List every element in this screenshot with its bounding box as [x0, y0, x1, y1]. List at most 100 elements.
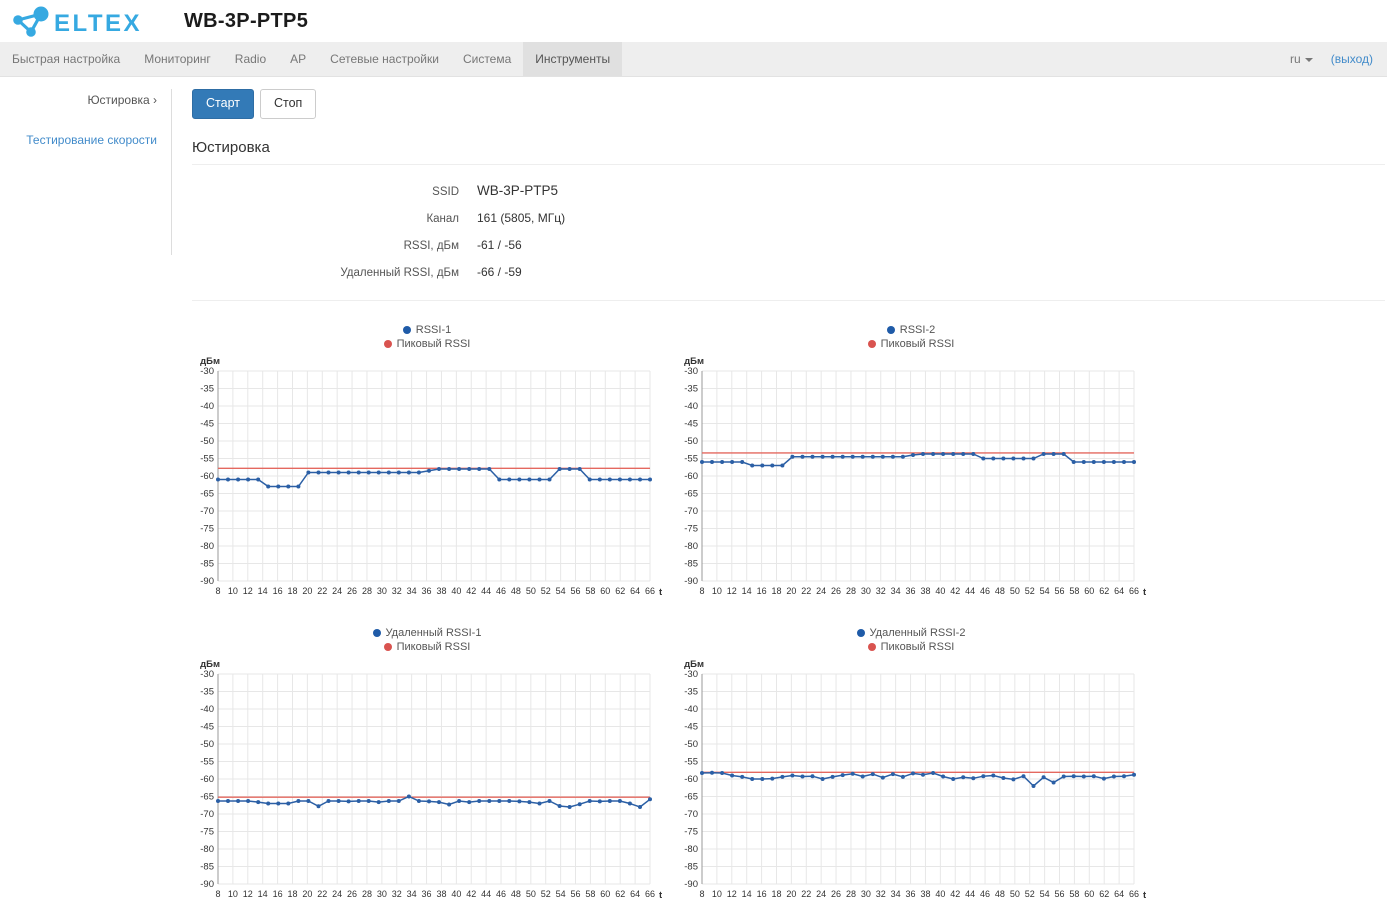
toolbar: Старт Стоп: [192, 89, 1385, 119]
remote-rssi-2-plot: 8 10 12 14 16 18 20 22 24 26 28 30 32 34 36 38 40 42 44 46 4…: [684, 659, 1157, 901]
tab-tools[interactable]: Инструменты: [523, 42, 623, 76]
nav-tabs: Быстрая настройка Мониторинг Radio AP Се…: [0, 42, 623, 76]
tab-quick-setup[interactable]: Быстрая настройка: [0, 42, 132, 76]
svg-text:24: 24: [332, 889, 342, 899]
svg-text:54: 54: [556, 586, 566, 596]
svg-text:8: 8: [699, 889, 704, 899]
svg-text:-65: -65: [200, 791, 214, 802]
svg-text:-80: -80: [684, 541, 698, 552]
svg-text:24: 24: [332, 586, 342, 596]
rssi-1-plot: 8 10 12 14 16 18 20 22 24 26 28 30 32 34 36 38 40 42 44 46 4…: [200, 356, 673, 598]
svg-text:-40: -40: [684, 704, 698, 715]
legend-label: Пиковый RSSI: [396, 337, 471, 350]
svg-text:-85: -85: [684, 861, 698, 872]
start-button[interactable]: Старт: [192, 89, 254, 119]
svg-text:40: 40: [451, 586, 461, 596]
svg-text:28: 28: [362, 889, 372, 899]
tab-radio[interactable]: Radio: [223, 42, 278, 76]
svg-text:24: 24: [816, 586, 826, 596]
svg-text:-65: -65: [684, 488, 698, 499]
svg-text:-60: -60: [200, 471, 214, 482]
svg-text:-50: -50: [200, 739, 214, 750]
svg-text:-85: -85: [200, 558, 214, 569]
tab-monitoring[interactable]: Мониторинг: [132, 42, 223, 76]
field-remote-rssi: Удаленный RSSI, дБм -66 / -59: [192, 265, 1385, 279]
svg-text:-75: -75: [684, 523, 698, 534]
svg-text:16: 16: [273, 586, 283, 596]
svg-text:22: 22: [801, 889, 811, 899]
logout-link[interactable]: (выход): [1331, 52, 1373, 66]
svg-text:16: 16: [757, 889, 767, 899]
svg-text:-80: -80: [200, 541, 214, 552]
svg-text:10: 10: [228, 586, 238, 596]
svg-text:-50: -50: [684, 436, 698, 447]
tab-system[interactable]: Система: [451, 42, 523, 76]
main-navbar: Быстрая настройка Мониторинг Radio AP Се…: [0, 42, 1387, 77]
svg-text:26: 26: [347, 586, 357, 596]
svg-text:58: 58: [1069, 889, 1079, 899]
svg-text:18: 18: [771, 889, 781, 899]
svg-text:34: 34: [891, 586, 901, 596]
legend-label: Пиковый RSSI: [396, 640, 471, 653]
language-dropdown[interactable]: ru: [1290, 52, 1313, 66]
svg-text:48: 48: [511, 889, 521, 899]
eltex-logo: ELTEX: [13, 6, 140, 37]
svg-text:-55: -55: [684, 756, 698, 767]
svg-text:t, c: t, c: [659, 890, 662, 901]
rssi-2-plot: 8 10 12 14 16 18 20 22 24 26 28 30 32 34 36 38 40 42 44 46 4…: [684, 356, 1157, 598]
svg-text:8: 8: [699, 586, 704, 596]
svg-text:58: 58: [585, 889, 595, 899]
svg-text:34: 34: [407, 889, 417, 899]
svg-text:-30: -30: [200, 366, 214, 377]
svg-text:-80: -80: [200, 844, 214, 855]
svg-text:-85: -85: [200, 861, 214, 872]
sidebar-item-alignment[interactable]: Юстировка ›: [0, 93, 157, 107]
svg-text:42: 42: [950, 586, 960, 596]
svg-text:44: 44: [965, 586, 975, 596]
svg-text:20: 20: [786, 586, 796, 596]
svg-text:50: 50: [526, 889, 536, 899]
chart-legend: RSSI-2 Пиковый RSSI: [676, 323, 1146, 351]
svg-text:8: 8: [215, 889, 220, 899]
svg-text:-30: -30: [684, 366, 698, 377]
field-value: WB-3P-PTP5: [477, 182, 559, 198]
svg-text:t, c: t, c: [1143, 890, 1146, 901]
svg-text:-70: -70: [684, 809, 698, 820]
chart-legend: Удаленный RSSI-1 Пиковый RSSI: [192, 626, 662, 654]
svg-text:56: 56: [1055, 889, 1065, 899]
svg-text:46: 46: [980, 889, 990, 899]
svg-text:28: 28: [846, 889, 856, 899]
tab-network-settings[interactable]: Сетевые настройки: [318, 42, 451, 76]
svg-text:10: 10: [228, 889, 238, 899]
svg-text:66: 66: [1129, 586, 1139, 596]
svg-text:10: 10: [712, 586, 722, 596]
chart-remote-rssi-1: Удаленный RSSI-1 Пиковый RSSI 8 10 12 14 16 1…: [192, 626, 673, 909]
remote-rssi-1-plot: 8 10 12 14 16 18 20 22 24 26 28 30 32 34 36 38 40 42 44 46 4…: [200, 659, 673, 901]
field-label: Удаленный RSSI, дБм: [340, 266, 459, 279]
svg-text:-45: -45: [200, 418, 214, 429]
svg-text:24: 24: [816, 889, 826, 899]
svg-text:60: 60: [1084, 889, 1094, 899]
svg-text:18: 18: [771, 586, 781, 596]
svg-text:26: 26: [831, 586, 841, 596]
sidebar-item-speed-test[interactable]: Тестирование скорости: [0, 133, 157, 147]
svg-text:60: 60: [600, 889, 610, 899]
tab-ap[interactable]: AP: [278, 42, 318, 76]
svg-text:38: 38: [436, 586, 446, 596]
svg-text:t, c: t, c: [1143, 587, 1146, 598]
svg-text:62: 62: [1099, 586, 1109, 596]
svg-text:66: 66: [645, 889, 655, 899]
svg-text:50: 50: [1010, 586, 1020, 596]
language-label: ru: [1290, 52, 1301, 66]
svg-text:40: 40: [935, 586, 945, 596]
svg-text:46: 46: [496, 586, 506, 596]
svg-text:34: 34: [407, 586, 417, 596]
stop-button[interactable]: Стоп: [259, 89, 317, 119]
svg-text:42: 42: [466, 889, 476, 899]
chart-legend: RSSI-1 Пиковый RSSI: [192, 323, 662, 351]
svg-text:-70: -70: [200, 809, 214, 820]
chart-rssi-2: RSSI-2 Пиковый RSSI 8 10 12 14 16 18 20 22 24 26 2…: [676, 323, 1157, 606]
svg-text:56: 56: [571, 889, 581, 899]
svg-text:18: 18: [287, 889, 297, 899]
svg-text:-50: -50: [684, 739, 698, 750]
